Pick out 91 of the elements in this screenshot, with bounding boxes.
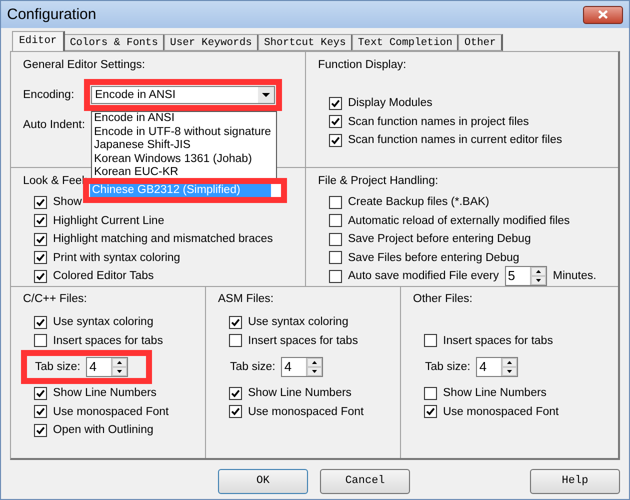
checkbox[interactable] xyxy=(424,334,437,348)
checkbox[interactable] xyxy=(329,251,342,264)
tab[interactable]: Colors & Fonts xyxy=(64,34,166,51)
down-arrow-icon[interactable] xyxy=(117,370,122,373)
close-button[interactable] xyxy=(583,6,623,24)
checkbox[interactable] xyxy=(34,316,47,329)
tab[interactable]: Editor xyxy=(12,31,65,51)
up-arrow-icon[interactable] xyxy=(536,270,541,274)
dropdown-arrow-icon[interactable] xyxy=(262,93,270,97)
checkbox-label: Scan function names in project files xyxy=(348,116,529,128)
checkbox-label: Colored Editor Tabs xyxy=(53,270,154,282)
checkbox[interactable] xyxy=(329,134,342,147)
checkbox-label: Automatic reload of externally modified files xyxy=(348,214,570,227)
checkbox[interactable] xyxy=(34,386,47,400)
checkbox[interactable] xyxy=(329,196,342,209)
spin-field[interactable]: 4 xyxy=(86,357,128,377)
checkbox[interactable] xyxy=(329,232,342,246)
tab[interactable]: Shortcut Keys xyxy=(258,34,353,51)
checkbox[interactable] xyxy=(329,96,342,110)
checkbox[interactable] xyxy=(329,214,342,228)
checkmark-icon xyxy=(36,318,45,327)
down-arrow-icon[interactable] xyxy=(507,370,512,373)
encoding-dropdown[interactable]: Encode in ANSI xyxy=(91,86,275,104)
checkbox-label: Highlight matching and mismatched braces xyxy=(53,233,273,246)
checkbox-label: Auto save modified File every xyxy=(348,270,499,282)
checkbox-label: Show xyxy=(53,196,82,208)
checkbox-label: Use syntax coloring xyxy=(248,316,348,328)
checkmark-icon xyxy=(426,407,435,416)
field-label: Tab size: xyxy=(425,361,470,373)
down-arrow-icon[interactable] xyxy=(536,279,541,282)
checkbox[interactable] xyxy=(229,405,242,418)
checkbox-label: Show Line Numbers xyxy=(443,387,547,400)
spin-field[interactable]: 4 xyxy=(281,357,324,377)
checkbox-label: Save Files before entering Debug xyxy=(348,252,520,264)
field-label: Auto Indent: xyxy=(23,119,86,131)
checkbox-label: Create Backup files (*.BAK) xyxy=(348,196,490,208)
up-arrow-icon[interactable] xyxy=(507,361,512,364)
checkbox[interactable] xyxy=(34,251,47,264)
checkbox-label: Use monospaced Font xyxy=(248,406,364,418)
checkbox[interactable] xyxy=(329,115,342,128)
checkbox[interactable] xyxy=(424,405,437,418)
checkbox-label: Insert spaces for tabs xyxy=(53,334,163,347)
up-arrow-icon[interactable] xyxy=(312,361,318,364)
section-title: File & Project Handling: xyxy=(318,175,438,189)
checkbox[interactable] xyxy=(229,316,242,329)
checkbox-label: Show Line Numbers xyxy=(248,387,352,400)
checkmark-icon xyxy=(231,318,240,327)
spin-field[interactable]: 4 xyxy=(476,357,518,377)
checkbox-label: Highlight Current Line xyxy=(53,214,164,227)
checkbox-label: Save Project before entering Debug xyxy=(348,233,531,246)
tab[interactable]: User Keywords xyxy=(164,34,259,51)
checkbox[interactable] xyxy=(34,424,47,437)
dialog-button[interactable]: Help xyxy=(530,468,620,494)
checkbox[interactable] xyxy=(34,232,47,246)
checkbox-label: Insert spaces for tabs xyxy=(443,334,553,347)
close-icon xyxy=(598,10,608,19)
window-title: Configuration xyxy=(7,6,96,23)
checkbox[interactable] xyxy=(34,214,47,228)
field-label: Encoding: xyxy=(23,89,76,101)
checkbox-label: Display Modules xyxy=(348,97,432,110)
unit-label: Minutes. xyxy=(552,270,596,282)
section-title: ASM Files: xyxy=(218,293,275,307)
dialog-button[interactable]: OK xyxy=(218,468,308,494)
checkbox[interactable] xyxy=(34,270,47,283)
section-title: General Editor Settings: xyxy=(23,59,146,73)
checkbox[interactable] xyxy=(34,405,47,418)
checkbox[interactable] xyxy=(229,334,242,348)
tab[interactable]: Other xyxy=(458,34,503,51)
checkbox[interactable] xyxy=(329,270,342,283)
field-label: Tab size: xyxy=(35,361,80,373)
checkbox[interactable] xyxy=(229,386,242,400)
checkbox-label: Open with Outlining xyxy=(53,424,154,436)
section-title: Other Files: xyxy=(413,293,474,307)
down-arrow-icon[interactable] xyxy=(312,370,318,373)
up-arrow-icon[interactable] xyxy=(117,361,122,364)
checkbox-label: Scan function names in current editor files xyxy=(348,134,562,146)
section-title: Function Display: xyxy=(318,59,406,73)
checkbox-label: Print with syntax coloring xyxy=(53,252,180,264)
field-label: Tab size: xyxy=(230,361,276,373)
tab[interactable]: Text Completion xyxy=(352,34,460,51)
checkbox-label: Use monospaced Font xyxy=(53,406,169,418)
checkbox-label: Show Line Numbers xyxy=(53,387,157,400)
checkbox-label: Use syntax coloring xyxy=(53,316,154,328)
dialog-button[interactable]: Cancel xyxy=(320,468,410,494)
checkbox-label: Insert spaces for tabs xyxy=(248,334,358,347)
checkbox[interactable] xyxy=(34,334,47,348)
checkbox[interactable] xyxy=(34,196,47,209)
checkbox-label: Use monospaced Font xyxy=(443,406,559,418)
section-title: C/C++ Files: xyxy=(23,293,88,307)
spin-field[interactable]: 5 xyxy=(504,266,547,286)
checkbox[interactable] xyxy=(424,386,437,400)
